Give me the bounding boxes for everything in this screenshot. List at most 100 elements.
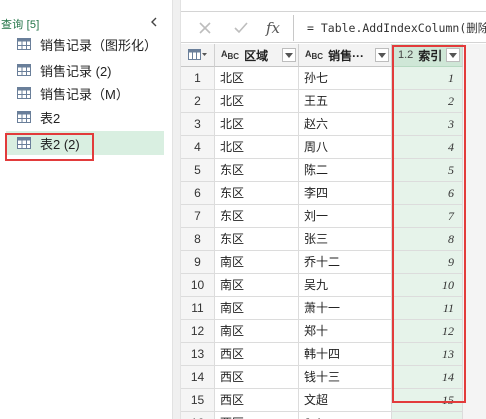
fx-button[interactable]: fx [257, 16, 289, 40]
cell-index[interactable]: 16 [392, 412, 463, 419]
cell-salesperson[interactable]: Jofy [299, 412, 392, 419]
table-row[interactable]: 14 西区 钱十三 14 [181, 366, 463, 389]
cell-index[interactable]: 3 [392, 113, 463, 136]
table-row[interactable]: 2 北区 王五 2 [181, 90, 463, 113]
cell-index[interactable]: 8 [392, 228, 463, 251]
table-row[interactable]: 13 西区 韩十四 13 [181, 343, 463, 366]
cell-salesperson[interactable]: 乔十二 [299, 251, 392, 274]
cell-region[interactable]: 东区 [215, 182, 299, 205]
cell-region[interactable]: 北区 [215, 136, 299, 159]
cell-region[interactable]: 南区 [215, 274, 299, 297]
row-number[interactable]: 1 [181, 67, 215, 90]
cell-region[interactable]: 北区 [215, 113, 299, 136]
table-row[interactable]: 6 东区 李四 6 [181, 182, 463, 205]
cell-salesperson[interactable]: 王五 [299, 90, 392, 113]
query-item-table2-2[interactable]: 表2 (2) [6, 131, 164, 155]
cell-region[interactable]: 东区 [215, 159, 299, 182]
cell-region[interactable]: 西区 [215, 412, 299, 419]
cell-region[interactable]: 西区 [215, 366, 299, 389]
row-number[interactable]: 15 [181, 389, 215, 412]
query-item-sales-record-graphical[interactable]: 销售记录（图形化） [6, 32, 164, 56]
cell-index[interactable]: 1 [392, 67, 463, 90]
query-item-sales-record-m[interactable]: 销售记录（M） [6, 81, 164, 105]
text-type-icon[interactable]: ABC [305, 49, 323, 61]
cell-index[interactable]: 4 [392, 136, 463, 159]
cell-salesperson[interactable]: 陈二 [299, 159, 392, 182]
cell-salesperson[interactable]: 文超 [299, 389, 392, 412]
collapse-pane-button[interactable] [145, 12, 163, 32]
cancel-formula-button[interactable] [189, 16, 221, 40]
query-item-table2[interactable]: 表2 [6, 105, 164, 129]
cell-region[interactable]: 东区 [215, 228, 299, 251]
row-number[interactable]: 3 [181, 113, 215, 136]
cell-index[interactable]: 14 [392, 366, 463, 389]
column-header-region[interactable]: ABC 区域 [215, 44, 299, 67]
cell-region[interactable]: 北区 [215, 67, 299, 90]
column-filter-button[interactable] [446, 48, 460, 62]
column-header-salesperson[interactable]: ABC 销售··· [299, 44, 392, 67]
cell-index[interactable]: 15 [392, 389, 463, 412]
cell-index[interactable]: 2 [392, 90, 463, 113]
cell-salesperson[interactable]: 韩十四 [299, 343, 392, 366]
row-number[interactable]: 12 [181, 320, 215, 343]
row-number[interactable]: 6 [181, 182, 215, 205]
table-row[interactable]: 8 东区 张三 8 [181, 228, 463, 251]
cell-salesperson[interactable]: 萧十一 [299, 297, 392, 320]
table-row[interactable]: 10 南区 吴九 10 [181, 274, 463, 297]
column-filter-button[interactable] [282, 48, 296, 62]
table-row[interactable]: 11 南区 萧十一 11 [181, 297, 463, 320]
row-number[interactable]: 13 [181, 343, 215, 366]
cell-region[interactable]: 西区 [215, 343, 299, 366]
table-row[interactable]: 9 南区 乔十二 9 [181, 251, 463, 274]
table-row[interactable]: 12 南区 郑十 12 [181, 320, 463, 343]
column-header-index[interactable]: 1.2 索引 [392, 44, 463, 67]
cell-salesperson[interactable]: 李四 [299, 182, 392, 205]
cell-salesperson[interactable]: 孙七 [299, 67, 392, 90]
table-row[interactable]: 7 东区 刘一 7 [181, 205, 463, 228]
table-row[interactable]: 15 西区 文超 15 [181, 389, 463, 412]
decimal-type-icon[interactable]: 1.2 [398, 49, 413, 60]
cell-salesperson[interactable]: 钱十三 [299, 366, 392, 389]
row-number[interactable]: 16 [181, 412, 215, 419]
table-row[interactable]: 1 北区 孙七 1 [181, 67, 463, 90]
cell-region[interactable]: 南区 [215, 251, 299, 274]
row-number[interactable]: 11 [181, 297, 215, 320]
cell-salesperson[interactable]: 赵六 [299, 113, 392, 136]
cell-salesperson[interactable]: 周八 [299, 136, 392, 159]
text-type-icon[interactable]: ABC [221, 49, 239, 61]
row-number[interactable]: 8 [181, 228, 215, 251]
cell-index[interactable]: 9 [392, 251, 463, 274]
cell-salesperson[interactable]: 刘一 [299, 205, 392, 228]
cell-index[interactable]: 10 [392, 274, 463, 297]
cell-salesperson[interactable]: 吴九 [299, 274, 392, 297]
cell-region[interactable]: 北区 [215, 90, 299, 113]
cell-index[interactable]: 11 [392, 297, 463, 320]
cell-index[interactable]: 5 [392, 159, 463, 182]
row-number[interactable]: 7 [181, 205, 215, 228]
table-menu-button[interactable] [181, 44, 215, 67]
cell-index[interactable]: 13 [392, 343, 463, 366]
pane-splitter[interactable] [172, 0, 181, 419]
row-number[interactable]: 14 [181, 366, 215, 389]
column-filter-button[interactable] [375, 48, 389, 62]
table-row[interactable]: 16西区Jofy16 [181, 412, 463, 419]
row-number[interactable]: 9 [181, 251, 215, 274]
cell-region[interactable]: 西区 [215, 389, 299, 412]
row-number[interactable]: 2 [181, 90, 215, 113]
cell-index[interactable]: 12 [392, 320, 463, 343]
commit-formula-button[interactable] [225, 16, 257, 40]
cell-region[interactable]: 南区 [215, 297, 299, 320]
cell-region[interactable]: 南区 [215, 320, 299, 343]
cell-region[interactable]: 东区 [215, 205, 299, 228]
cell-index[interactable]: 6 [392, 182, 463, 205]
query-item-sales-record-2[interactable]: 销售记录 (2) [6, 58, 164, 82]
cell-index[interactable]: 7 [392, 205, 463, 228]
cell-salesperson[interactable]: 张三 [299, 228, 392, 251]
table-row[interactable]: 5 东区 陈二 5 [181, 159, 463, 182]
cell-salesperson[interactable]: 郑十 [299, 320, 392, 343]
table-row[interactable]: 4 北区 周八 4 [181, 136, 463, 159]
row-number[interactable]: 10 [181, 274, 215, 297]
table-row[interactable]: 3 北区 赵六 3 [181, 113, 463, 136]
row-number[interactable]: 4 [181, 136, 215, 159]
formula-input[interactable]: = Table.AddIndexColumn(删除的 [293, 15, 486, 41]
